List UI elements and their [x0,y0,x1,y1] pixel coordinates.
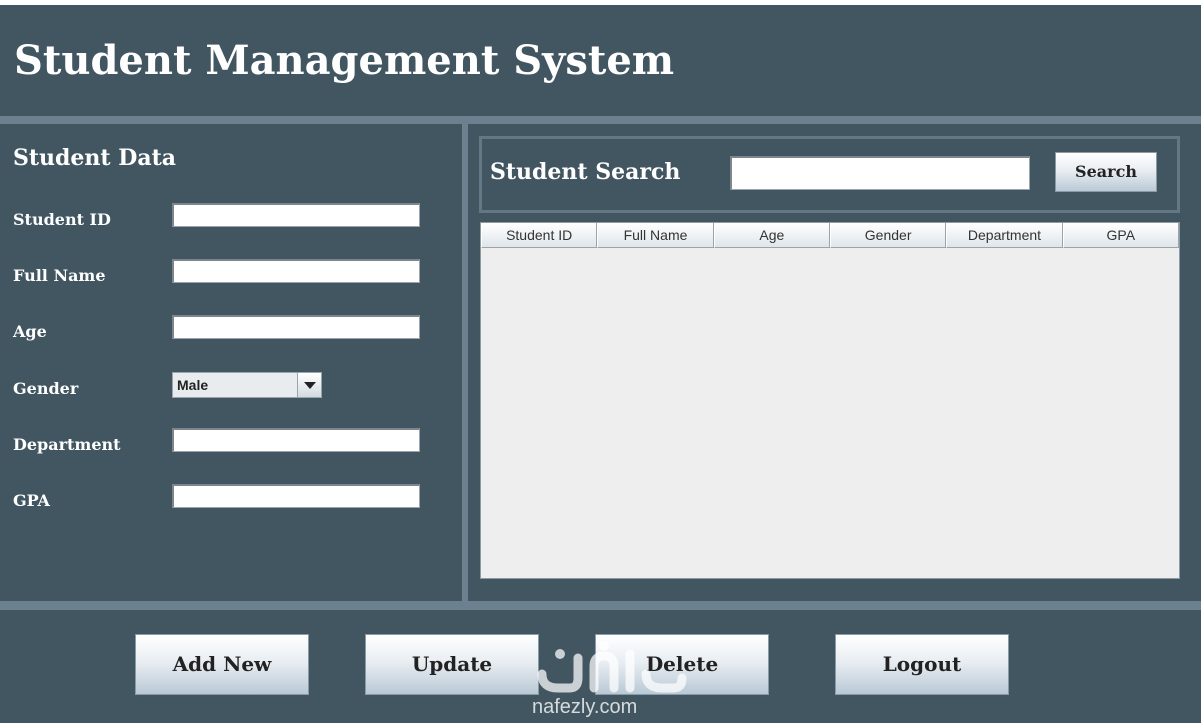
column-header-full-name[interactable]: Full Name [597,223,714,248]
full-name-field[interactable] [172,259,420,283]
column-header-gpa[interactable]: GPA [1062,223,1179,248]
gender-select[interactable]: Male [172,372,322,398]
logout-button[interactable]: Logout [835,634,1009,695]
header-separator [0,116,1201,124]
department-label: Department [13,435,121,454]
full-name-label: Full Name [13,266,106,285]
app-header: Student Management System [0,5,1201,115]
students-table[interactable]: Student ID Full Name Age Gender Departme… [480,222,1180,579]
student-search-title: Student Search [490,159,681,185]
gender-dropdown-button[interactable] [297,373,321,397]
table-body[interactable] [481,248,1179,578]
actions-separator [0,601,1201,610]
app-title: Student Management System [14,37,675,84]
delete-button[interactable]: Delete [595,634,769,695]
column-header-department[interactable]: Department [946,223,1063,248]
student-data-panel [0,124,462,601]
search-button[interactable]: Search [1055,152,1157,192]
chevron-down-icon [304,382,316,389]
age-label: Age [13,322,47,341]
student-id-field[interactable] [172,203,420,227]
search-input[interactable] [730,156,1030,190]
column-header-gender[interactable]: Gender [829,223,947,248]
add-new-button[interactable]: Add New [135,634,309,695]
column-header-student-id[interactable]: Student ID [481,223,598,248]
department-field[interactable] [172,428,420,452]
gpa-label: GPA [13,491,50,510]
table-header: Student ID Full Name Age Gender Departme… [481,223,1179,248]
gender-label: Gender [13,379,79,398]
student-id-label: Student ID [13,210,111,229]
update-button[interactable]: Update [365,634,539,695]
student-data-title: Student Data [13,145,176,171]
gender-selected-value: Male [177,377,209,393]
gpa-field[interactable] [172,484,420,508]
age-field[interactable] [172,315,420,339]
column-header-age[interactable]: Age [713,223,830,248]
